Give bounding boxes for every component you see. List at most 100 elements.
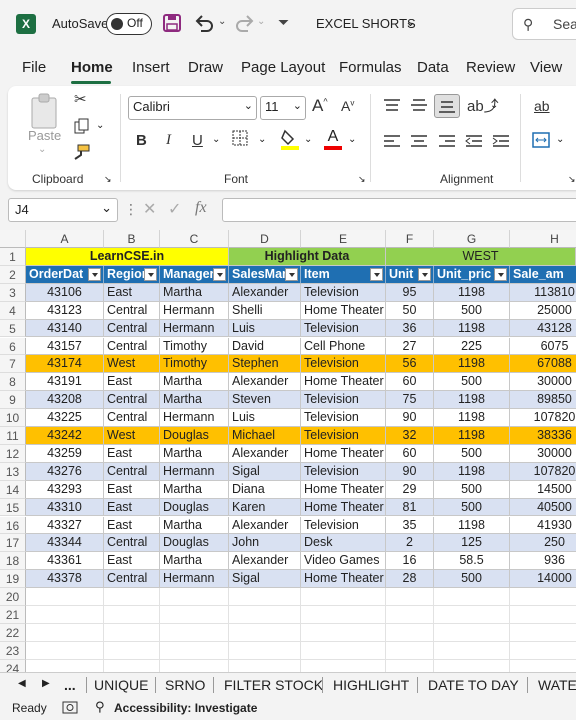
- sheet-tab-highlight[interactable]: HIGHLIGHT: [333, 677, 409, 693]
- table-cell[interactable]: 1198: [434, 462, 510, 481]
- table-cell[interactable]: Central: [104, 462, 160, 481]
- title-chevron-icon[interactable]: ⌄: [405, 14, 416, 30]
- table-cell[interactable]: Home Theater: [301, 301, 386, 320]
- table-header-cell[interactable]: Unit: [386, 265, 434, 284]
- table-cell[interactable]: 36: [386, 319, 434, 338]
- column-header-f[interactable]: F: [386, 230, 434, 248]
- empty-cell[interactable]: [229, 623, 301, 642]
- row-header[interactable]: 18: [0, 552, 26, 571]
- table-cell[interactable]: 38336: [510, 427, 576, 445]
- row-header[interactable]: 1: [0, 248, 26, 266]
- table-cell[interactable]: David: [229, 337, 301, 356]
- table-cell[interactable]: 43140: [26, 319, 104, 338]
- table-cell[interactable]: Television: [301, 355, 386, 374]
- column-header-h[interactable]: H: [510, 230, 576, 248]
- column-header-d[interactable]: D: [229, 230, 301, 248]
- column-header-c[interactable]: C: [160, 230, 229, 248]
- copy-icon[interactable]: [74, 118, 90, 138]
- row-header[interactable]: 23: [0, 641, 26, 660]
- table-cell[interactable]: 27: [386, 337, 434, 356]
- sheet-tab-date-to-day[interactable]: DATE TO DAY: [428, 677, 519, 693]
- empty-cell[interactable]: [26, 588, 104, 606]
- decrease-indent-icon[interactable]: [465, 134, 483, 151]
- table-cell[interactable]: 28: [386, 570, 434, 589]
- empty-cell[interactable]: [229, 659, 301, 672]
- empty-cell[interactable]: [434, 659, 510, 672]
- table-cell[interactable]: Cell Phone: [301, 337, 386, 356]
- borders-dropdown-icon[interactable]: ⌄: [258, 134, 266, 145]
- autosave-toggle[interactable]: Off: [106, 13, 152, 35]
- table-cell[interactable]: Shelli: [229, 301, 301, 320]
- table-cell[interactable]: 2: [386, 534, 434, 553]
- table-cell[interactable]: 43174: [26, 355, 104, 374]
- row-header[interactable]: 6: [0, 337, 26, 356]
- table-cell[interactable]: 90: [386, 409, 434, 427]
- empty-cell[interactable]: [386, 623, 434, 642]
- table-cell[interactable]: Home Theater: [301, 444, 386, 463]
- row-header[interactable]: 15: [0, 498, 26, 517]
- align-left-icon[interactable]: [383, 134, 401, 151]
- empty-cell[interactable]: [104, 641, 160, 660]
- table-cell[interactable]: 89850: [510, 391, 576, 410]
- table-cell[interactable]: Desk: [301, 534, 386, 553]
- table-cell[interactable]: Stephen: [229, 355, 301, 374]
- table-cell[interactable]: 14500: [510, 480, 576, 499]
- table-cell[interactable]: 1198: [434, 355, 510, 374]
- table-cell[interactable]: 43276: [26, 462, 104, 481]
- font-size-select[interactable]: 11 ⌄: [260, 96, 306, 120]
- table-cell[interactable]: Martha: [160, 516, 229, 535]
- table-cell[interactable]: 67088: [510, 355, 576, 374]
- more-options-icon[interactable]: ⋮: [124, 201, 138, 218]
- table-cell[interactable]: Sigal: [229, 462, 301, 481]
- table-cell[interactable]: Douglas: [160, 498, 229, 517]
- table-cell[interactable]: Alexander: [229, 516, 301, 535]
- table-cell[interactable]: 43157: [26, 337, 104, 356]
- table-cell[interactable]: 30000: [510, 373, 576, 392]
- name-box[interactable]: J4 ⌄: [8, 198, 118, 222]
- row-header[interactable]: 19: [0, 570, 26, 589]
- column-header-e[interactable]: E: [301, 230, 386, 248]
- font-launcher-icon[interactable]: ↘: [358, 174, 366, 185]
- table-cell[interactable]: 1198: [434, 283, 510, 302]
- empty-cell[interactable]: [510, 642, 576, 660]
- row-header[interactable]: 13: [0, 462, 26, 481]
- empty-cell[interactable]: [386, 641, 434, 660]
- table-cell[interactable]: West: [104, 355, 160, 374]
- table-cell[interactable]: 40500: [510, 498, 576, 517]
- paste-dropdown-icon[interactable]: ⌄: [38, 144, 46, 155]
- menu-insert[interactable]: Insert: [132, 59, 170, 76]
- table-cell[interactable]: 56: [386, 355, 434, 374]
- table-cell[interactable]: 14000: [510, 570, 576, 589]
- grow-font-icon[interactable]: A^: [312, 96, 328, 116]
- empty-cell[interactable]: [386, 659, 434, 672]
- table-cell[interactable]: 41930: [510, 516, 576, 535]
- table-cell[interactable]: East: [104, 283, 160, 302]
- filter-dropdown-icon[interactable]: [494, 267, 507, 281]
- table-cell[interactable]: Alexander: [229, 552, 301, 571]
- table-header-cell[interactable]: SalesMan: [229, 265, 301, 284]
- column-header-g[interactable]: G: [434, 230, 510, 248]
- fill-color-icon[interactable]: [280, 128, 300, 153]
- table-cell[interactable]: Home Theater: [301, 480, 386, 499]
- empty-cell[interactable]: [26, 641, 104, 660]
- row-header[interactable]: 5: [0, 319, 26, 338]
- table-cell[interactable]: East: [104, 373, 160, 392]
- table-cell[interactable]: 500: [434, 570, 510, 589]
- highlight-data-banner[interactable]: Highlight Data: [229, 248, 386, 266]
- table-cell[interactable]: East: [104, 480, 160, 499]
- table-cell[interactable]: 500: [434, 444, 510, 463]
- empty-cell[interactable]: [160, 606, 229, 624]
- table-cell[interactable]: 500: [434, 301, 510, 320]
- cut-icon[interactable]: ✂: [74, 90, 87, 108]
- table-cell[interactable]: 29: [386, 480, 434, 499]
- empty-cell[interactable]: [386, 588, 434, 606]
- insert-function-icon[interactable]: fx: [195, 199, 207, 217]
- table-cell[interactable]: 250: [510, 534, 576, 553]
- row-header[interactable]: 12: [0, 444, 26, 463]
- middle-align-icon[interactable]: [410, 98, 428, 115]
- customize-toolbar-icon[interactable]: ⏷: [278, 14, 289, 31]
- learncse-banner[interactable]: LearnCSE.in: [26, 248, 229, 266]
- empty-cell[interactable]: [301, 641, 386, 660]
- menu-draw[interactable]: Draw: [188, 59, 223, 76]
- table-header-cell[interactable]: Unit_pric: [434, 265, 510, 284]
